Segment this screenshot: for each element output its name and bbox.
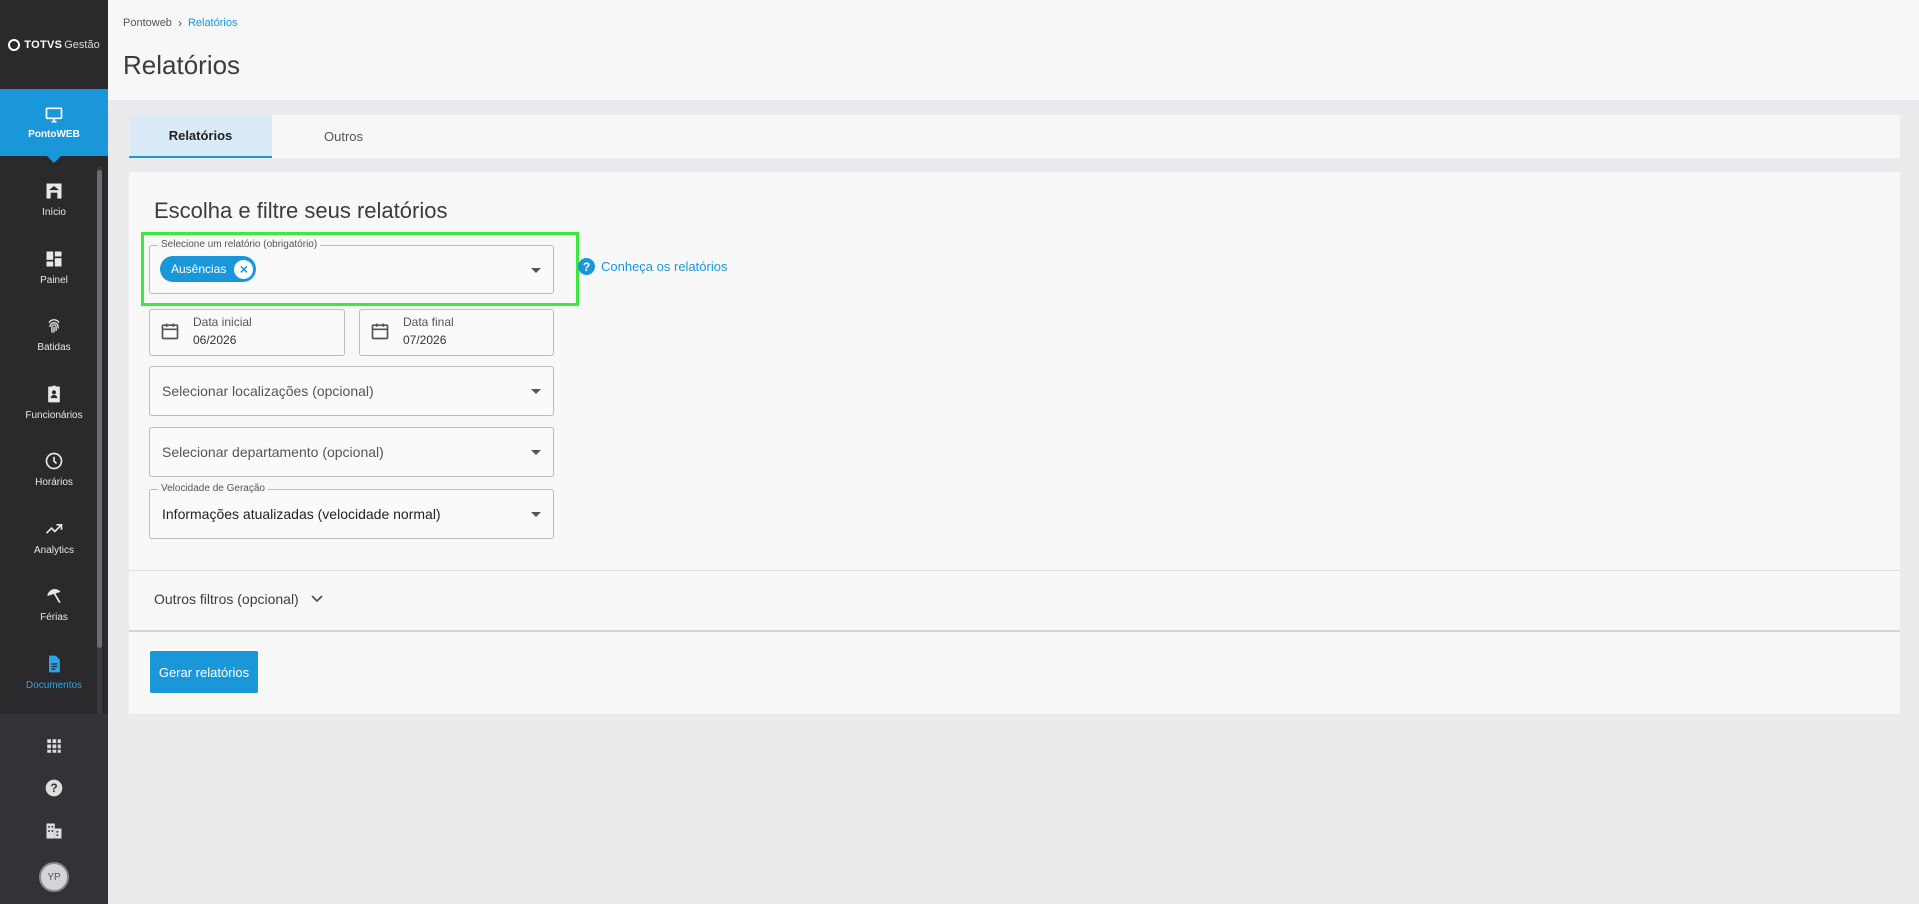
svg-text:?: ? [50,782,57,795]
start-date-value: 06/2026 [193,333,237,347]
chevron-down-icon[interactable] [531,267,541,273]
report-filter-card: Escolha e filtre seus relatórios Selecio… [129,172,1900,714]
nav-item-documentos[interactable]: Documentos [0,639,108,707]
page-header: Pontoweb › Relatórios Relatórios [108,0,1919,100]
end-date-field[interactable]: Data final 07/2026 [359,309,554,356]
help-link-label: Conheça os relatórios [601,259,728,274]
chevron-right-icon: › [177,16,182,30]
speed-value: Informações atualizadas (velocidade norm… [162,506,441,522]
chevron-down-icon[interactable] [531,450,541,455]
nav-item-analytics[interactable]: Analytics [0,504,108,572]
avatar[interactable]: YP [39,862,69,892]
department-select[interactable]: Selecionar departamento (opcional) [149,427,554,477]
nav-pontoweb-label: PontoWEB [28,129,80,140]
department-placeholder: Selecionar departamento (opcional) [162,444,384,460]
report-chip: Ausências × [160,256,257,282]
building-icon[interactable] [44,821,64,841]
totvs-logo-mark [8,38,21,51]
card-title: Escolha e filtre seus relatórios [154,198,448,223]
nav-list: Início Painel Batidas Funcionários Horár… [0,166,108,706]
breadcrumb-item-relatorios: Relatórios [187,17,238,29]
nav-item-funcionarios[interactable]: Funcionários [0,369,108,437]
divider [129,630,1900,632]
end-date-value: 07/2026 [403,333,447,347]
nav-item-ferias[interactable]: Férias [0,571,108,639]
other-filters-label: Outros filtros (opcional) [154,591,299,607]
chevron-down-icon[interactable] [531,389,541,394]
nav-item-inicio[interactable]: Início [0,166,108,234]
chevron-down-icon [311,595,323,603]
monitor-icon [45,107,63,123]
home-icon [46,183,62,199]
report-select[interactable]: Selecione um relatório (obrigatório) Aus… [149,239,554,294]
nav-item-batidas[interactable]: Batidas [0,301,108,369]
tab-outros[interactable]: Outros [272,115,415,158]
nav-item-painel[interactable]: Painel [0,234,108,302]
page-title: Relatórios [123,50,241,80]
locations-placeholder: Selecionar localizações (opcional) [162,383,374,399]
tab-relatorios[interactable]: Relatórios [129,115,272,158]
document-icon [49,655,60,673]
nav-item-horarios[interactable]: Horários [0,436,108,504]
trending-up-icon [45,523,63,534]
chevron-down-icon[interactable] [531,512,541,517]
speed-legend: Velocidade de Geração [158,483,268,494]
breadcrumb: Pontoweb › Relatórios [123,16,237,30]
breadcrumb-item-pontoweb[interactable]: Pontoweb [123,17,172,29]
beach-umbrella-icon [47,589,61,604]
nav-item-label: Horários [35,477,73,489]
fingerprint-icon [48,319,60,333]
nav-item-label: Documentos [25,679,83,691]
end-date-label: Data final [403,315,454,329]
tab-bar: Relatórios Outros [129,115,1900,158]
divider [129,570,1900,571]
nav-item-label: Analytics [33,544,74,556]
help-icon: ? [578,258,595,275]
sidebar-scrollbar-thumb[interactable] [97,170,102,648]
other-filters-toggle[interactable]: Outros filtros (opcional) [154,591,323,607]
clock-icon [45,452,63,470]
nav-item-label: Funcionários [25,409,83,421]
help-link-relatorios[interactable]: ? Conheça os relatórios [578,258,727,275]
nav-pontoweb[interactable]: PontoWEB [0,89,108,163]
close-icon[interactable]: × [234,259,254,279]
nav-item-label: Painel [40,274,68,286]
locations-select[interactable]: Selecionar localizações (opcional) [149,366,554,416]
totvs-logo[interactable]: TOTVS Gestão [0,0,108,89]
report-select-legend: Selecione um relatório (obrigatório) [158,239,321,250]
generate-reports-button[interactable]: Gerar relatórios [150,651,258,693]
nav-item-label: Batidas [37,342,71,354]
calendar-icon [161,323,179,340]
logo-brand: TOTVS [24,38,63,51]
nav-item-label: Início [42,207,66,219]
help-icon[interactable]: ? [44,778,64,798]
report-chip-label: Ausências [171,262,227,276]
logo-product: Gestão [64,38,100,51]
dashboard-icon [46,251,62,267]
nav-item-label: Férias [40,612,68,624]
speed-select[interactable]: Velocidade de Geração Informações atuali… [149,483,554,539]
apps-grid-icon[interactable] [44,736,64,756]
start-date-label: Data inicial [193,315,252,329]
calendar-icon [371,323,389,340]
sidebar: TOTVS Gestão PontoWEB Início Painel Bati… [0,0,108,904]
start-date-field[interactable]: Data inicial 06/2026 [149,309,345,356]
badge-icon [48,385,60,403]
